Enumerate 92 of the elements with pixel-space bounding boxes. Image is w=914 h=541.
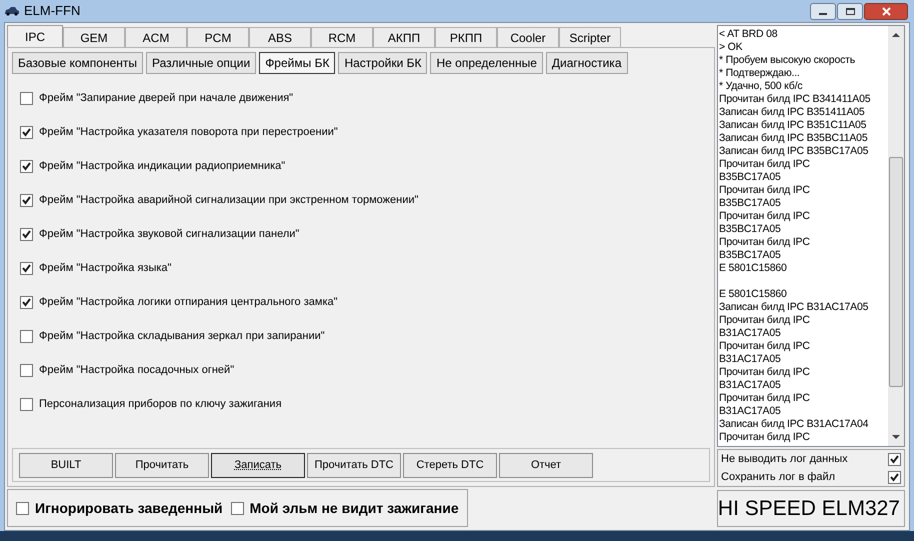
checkbox[interactable] xyxy=(888,452,901,466)
close-icon xyxy=(882,6,890,16)
tab[interactable]: Scripter xyxy=(559,27,621,47)
log-line: Прочитан билд IPC xyxy=(719,184,811,197)
log-line: Прочитан билд IPC xyxy=(719,210,811,223)
log-line: Записан билд IPC B31AC17A05 xyxy=(719,301,870,314)
log-line: * Подтверждаю... xyxy=(719,67,801,80)
window-title: ELM-FFN xyxy=(24,2,80,20)
action-button[interactable]: Прочитать DTC xyxy=(307,452,401,478)
log-line: Прочитан билд IPC xyxy=(719,431,811,444)
tab[interactable]: IPC xyxy=(7,25,63,47)
car-icon xyxy=(4,6,20,16)
log-line: Записан билд IPC B351411A05 xyxy=(719,106,866,119)
checkbox[interactable] xyxy=(20,330,33,343)
option-label: Игнорировать заведенный xyxy=(35,498,223,518)
checkbox[interactable] xyxy=(20,126,33,139)
option-label: Фрейм "Настройка аварийной сигнализации при экстренном торможении" xyxy=(39,193,418,208)
log-line: < AT BRD 08 xyxy=(719,28,778,41)
log-line: * Пробуем высокую скорость xyxy=(719,54,856,67)
sub-tab[interactable]: Различные опции xyxy=(146,52,256,74)
log-line: B31AC17A05 xyxy=(719,405,782,418)
checkbox[interactable] xyxy=(230,502,244,514)
log-line: Прочитан билд IPC xyxy=(719,236,811,249)
log-line: Прочитан билд IPC xyxy=(719,340,811,353)
sub-tab[interactable]: Не определенные xyxy=(430,52,543,74)
option-label: Фрейм "Настройка индикации радиоприемника" xyxy=(39,159,286,174)
option-label: Фрейм "Настройка логики отпирания центрального замка" xyxy=(39,295,338,310)
checkbox[interactable] xyxy=(16,502,29,514)
checkbox[interactable] xyxy=(20,194,33,207)
log-line: B31AC17A05 xyxy=(719,353,782,366)
option-label: Фрейм "Запирание дверей при начале движения" xyxy=(39,91,294,106)
log-line: B31AC17A05 xyxy=(719,379,782,392)
scroll-up-icon[interactable] xyxy=(892,32,900,37)
checkbox[interactable] xyxy=(20,398,33,411)
minimize-button[interactable] xyxy=(810,2,836,20)
checkbox[interactable] xyxy=(20,296,33,309)
option-label: Фрейм "Настройка складывания зеркал при запирании" xyxy=(39,329,325,344)
option-label: Фрейм "Настройка звуковой сигнализации панели" xyxy=(39,227,300,242)
log-line: Прочитан билд IPC xyxy=(719,366,811,379)
log-line: Прочитан билд IPC xyxy=(719,392,811,405)
tab[interactable]: РКПП xyxy=(435,27,497,47)
maximize-button[interactable] xyxy=(837,2,863,20)
status-text: HI SPEED ELM327 xyxy=(718,496,900,520)
log-line: B31AC17A05 xyxy=(719,327,782,340)
log-line: * Удачно, 500 кб/с xyxy=(719,80,804,93)
tab[interactable]: PCM xyxy=(187,27,249,47)
tab[interactable]: АКПП xyxy=(373,27,435,47)
scroll-thumb[interactable] xyxy=(889,157,903,387)
tab[interactable]: ACM xyxy=(125,27,187,47)
log-line: B35BC17A05 xyxy=(719,171,782,184)
sub-tab[interactable]: Базовые компоненты xyxy=(12,52,143,74)
action-button[interactable]: Записать xyxy=(211,452,305,478)
log-line: Записан билд IPC B35BC11A05 xyxy=(719,132,868,145)
log-line: E 5801C15860 xyxy=(719,262,788,275)
sub-tab[interactable]: Настройки БК xyxy=(338,52,428,74)
action-button[interactable]: Отчет xyxy=(499,452,593,478)
action-button[interactable]: Прочитать xyxy=(115,452,209,478)
log-line: B35BC17A05 xyxy=(719,249,782,262)
option-label: Фрейм "Настройка посадочных огней" xyxy=(39,363,234,378)
checkbox[interactable] xyxy=(20,262,33,275)
log-line: B35BC17A05 xyxy=(719,197,782,210)
log-line: Прочитан билд IPC B341411A05 xyxy=(719,93,872,106)
log-line: B35BC17A05 xyxy=(719,223,782,236)
log-line: Записан билд IPC B351C11A05 xyxy=(719,119,868,132)
scroll-down-icon[interactable] xyxy=(892,435,900,440)
close-button[interactable] xyxy=(864,2,908,20)
option-label: Мой эльм не видит зажигание xyxy=(250,498,459,518)
tab[interactable]: RCM xyxy=(311,27,373,47)
sub-tab[interactable]: Фреймы БК xyxy=(259,52,336,74)
checkbox[interactable] xyxy=(20,160,33,173)
checkbox[interactable] xyxy=(20,364,33,377)
option-label: Фрейм "Настройка указателя поворота при перестроении" xyxy=(39,125,338,140)
checkbox[interactable] xyxy=(888,470,901,484)
scrollbar[interactable] xyxy=(888,26,904,446)
action-button[interactable]: Стереть DTC xyxy=(403,452,497,478)
log-line: Записан билд IPC B31AC17A04 xyxy=(719,418,870,431)
option-label: Персонализация приборов по ключу зажигания xyxy=(39,397,282,412)
tab[interactable]: Cooler xyxy=(497,27,559,47)
option-label: Не выводить лог данных xyxy=(721,452,848,467)
option-label: Сохранить лог в файл xyxy=(721,470,836,485)
tab[interactable]: GEM xyxy=(63,27,125,47)
log-line: Прочитан билд IPC xyxy=(719,158,811,171)
log-line: > OK xyxy=(719,41,744,54)
action-button[interactable]: BUILT xyxy=(19,452,113,478)
checkbox[interactable] xyxy=(20,228,33,241)
checkbox[interactable] xyxy=(20,92,33,105)
sub-tab[interactable]: Диагностика xyxy=(546,52,628,74)
log-line: Записан билд IPC B35BC17A05 xyxy=(719,145,870,158)
option-label: Фрейм "Настройка языка" xyxy=(39,261,172,276)
log-line: E 5801C15860 xyxy=(719,288,788,301)
tab[interactable]: ABS xyxy=(249,27,311,47)
log-line: Прочитан билд IPC xyxy=(719,314,811,327)
